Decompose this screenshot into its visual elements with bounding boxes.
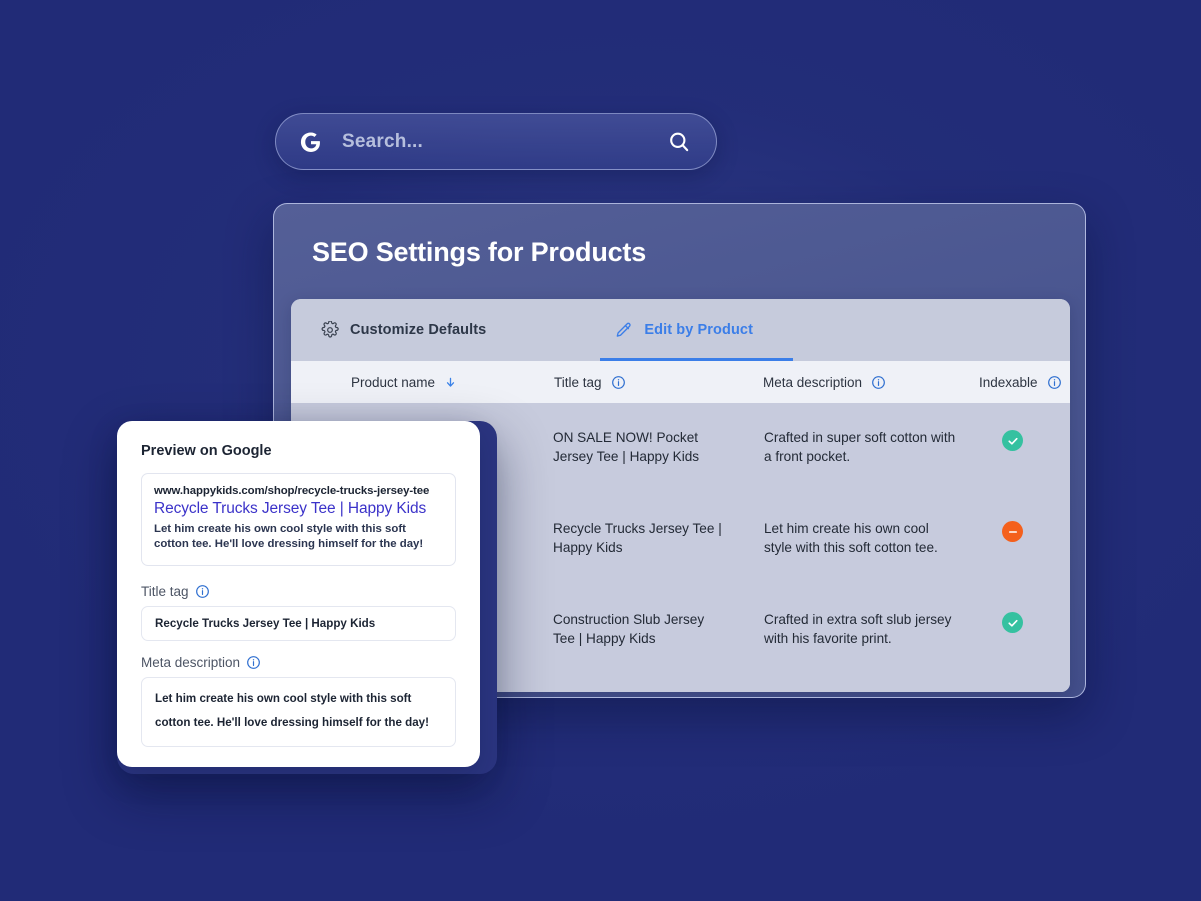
preview-card-frame: Preview on Google www.happykids.com/shop… (117, 421, 497, 774)
cell-meta-description: Crafted in extra soft slub jersey with h… (764, 612, 952, 646)
cell-indexable (1002, 521, 1023, 542)
serp-description: Let him create his own cool style with t… (154, 523, 424, 550)
serp-preview: www.happykids.com/shop/recycle-trucks-je… (141, 473, 456, 566)
column-header-indexable-label: Indexable (979, 374, 1038, 390)
column-header-indexable: Indexable (979, 375, 1062, 390)
cell-meta-description: Crafted in super soft cotton with a fron… (764, 430, 956, 464)
google-g-icon (296, 127, 326, 157)
check-circle-icon (1002, 612, 1023, 633)
gear-icon (321, 321, 339, 339)
column-header-product-name[interactable]: Product name (351, 375, 457, 390)
cell-indexable (1002, 430, 1023, 451)
info-circle-icon[interactable] (871, 375, 886, 390)
search-icon[interactable] (664, 127, 694, 157)
arrow-down-icon[interactable] (444, 376, 457, 389)
cell-title-tag: Recycle Trucks Jersey Tee | Happy Kids (553, 521, 722, 555)
pencil-icon (614, 321, 633, 340)
title-tag-input[interactable]: Recycle Trucks Jersey Tee | Happy Kids (141, 606, 456, 641)
tab-customize-defaults[interactable]: Customize Defaults (321, 299, 502, 361)
meta-description-label: Meta description (141, 655, 241, 670)
table-header-row: Product name Title tag Meta description (291, 361, 1070, 403)
tab-edit-by-product-label: Edit by Product (644, 322, 754, 338)
column-header-meta-description-label: Meta description (763, 374, 863, 390)
meta-description-input[interactable]: Let him create his own cool style with t… (141, 677, 456, 747)
meta-description-label-group: Meta description (141, 655, 456, 670)
info-circle-icon[interactable] (195, 584, 210, 599)
serp-title: Recycle Trucks Jersey Tee | Happy Kids (154, 500, 427, 517)
title-tag-label-group: Title tag (141, 584, 456, 599)
tab-customize-defaults-label: Customize Defaults (350, 322, 487, 338)
search-input[interactable]: Search... (342, 131, 664, 153)
column-header-product-name-label: Product name (351, 374, 436, 390)
page-title: SEO Settings for Products (312, 237, 647, 267)
info-circle-icon[interactable] (611, 375, 626, 390)
info-circle-icon[interactable] (246, 655, 261, 670)
preview-heading: Preview on Google (141, 443, 272, 459)
cell-indexable (1002, 612, 1023, 633)
title-tag-label: Title tag (141, 584, 189, 599)
check-circle-icon (1002, 430, 1023, 451)
preview-on-google-card: Preview on Google www.happykids.com/shop… (117, 421, 480, 767)
info-circle-icon[interactable] (1047, 375, 1062, 390)
column-header-title-tag: Title tag (554, 375, 626, 390)
minus-circle-icon (1002, 521, 1023, 542)
cell-title-tag: Construction Slub Jersey Tee | Happy Kid… (553, 612, 705, 646)
cell-meta-description: Let him create his own cool style with t… (764, 521, 938, 555)
tab-edit-by-product[interactable]: Edit by Product (600, 299, 794, 361)
google-search-bar[interactable]: Search... (275, 113, 717, 170)
cell-title-tag: ON SALE NOW! Pocket Jersey Tee | Happy K… (553, 430, 700, 464)
tab-bar: Customize Defaults Edit by Product (291, 299, 1070, 361)
column-header-title-tag-label: Title tag (554, 374, 602, 390)
column-header-meta-description: Meta description (763, 375, 886, 390)
serp-url: www.happykids.com/shop/recycle-trucks-je… (154, 485, 430, 497)
